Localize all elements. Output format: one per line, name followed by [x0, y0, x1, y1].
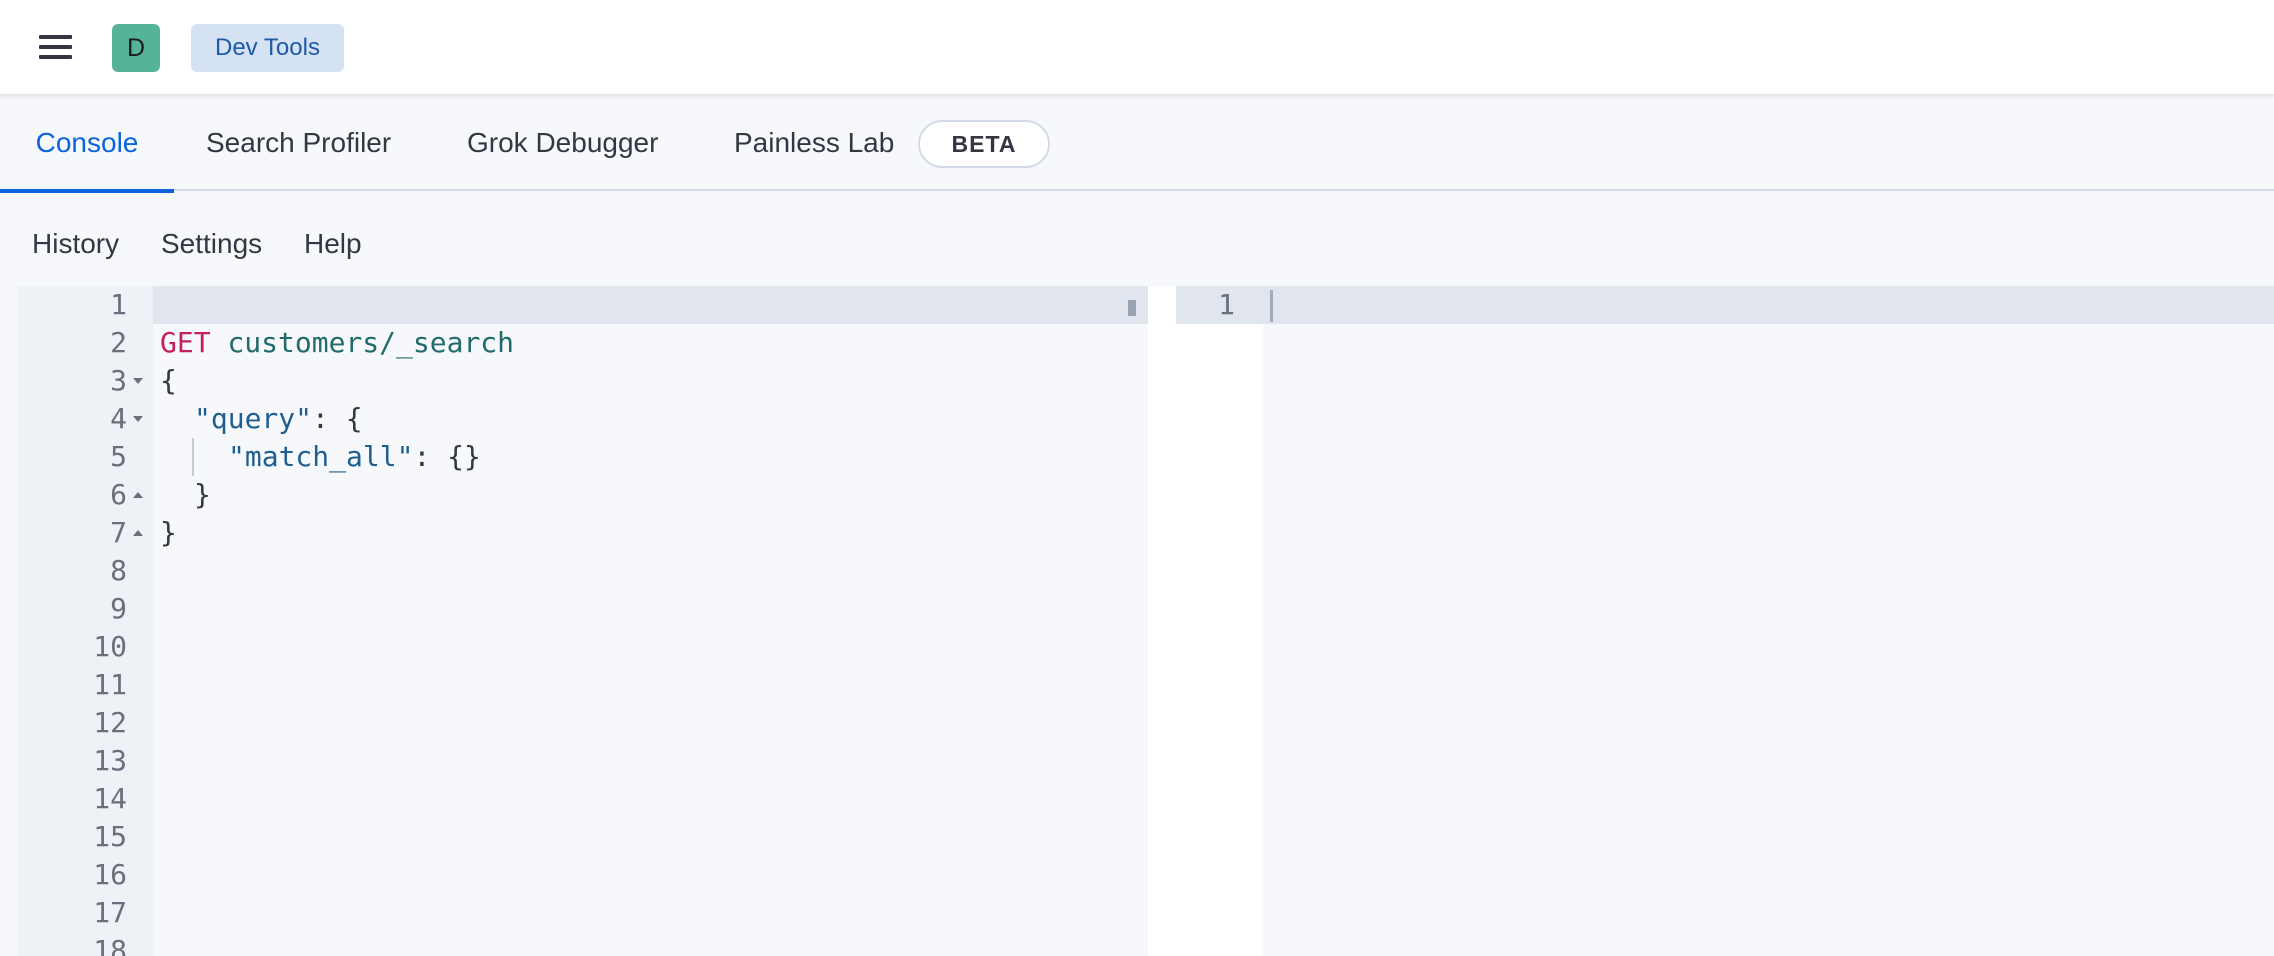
hamburger-menu-icon[interactable]: [34, 28, 78, 68]
request-editor[interactable]: 1 2 3 4 5 6 7 8 9 10 11 12 13 14 15 16 1…: [17, 286, 1148, 956]
indent-guide: [192, 438, 194, 476]
line-number: 10: [93, 630, 127, 663]
line-number: 1: [110, 288, 127, 321]
line-number: 16: [93, 858, 127, 891]
request-path: customers/_search: [227, 326, 515, 359]
breadcrumb-dev-tools[interactable]: Dev Tools: [191, 24, 344, 72]
line-number: 2: [110, 326, 127, 359]
line-number: 6: [110, 478, 127, 511]
http-method: GET: [160, 326, 211, 359]
tab-search-profiler[interactable]: Search Profiler: [206, 94, 391, 191]
line-number: 4: [110, 402, 127, 435]
response-gutter: [1176, 286, 1263, 956]
help-link[interactable]: Help: [304, 228, 362, 260]
active-line-highlight: [17, 286, 1148, 324]
line-number: 12: [93, 706, 127, 739]
response-editor[interactable]: 1: [1176, 286, 2274, 956]
fold-toggle-icon[interactable]: [133, 530, 143, 536]
line-number: 8: [110, 554, 127, 587]
line-number: 13: [93, 744, 127, 777]
line-number: 15: [93, 820, 127, 853]
line-number: 3: [110, 364, 127, 397]
line-number: 9: [110, 592, 127, 625]
text-cursor: [1270, 290, 1273, 322]
code-line: }: [194, 478, 211, 511]
fold-toggle-icon[interactable]: [133, 416, 143, 422]
code-line: "match_all": {}: [228, 438, 481, 476]
code-line-request: GET customers/_search: [160, 324, 514, 362]
tab-grok-debugger[interactable]: Grok Debugger: [467, 94, 658, 191]
fold-toggle-icon[interactable]: [133, 378, 143, 384]
json-punctuation: : {: [312, 402, 363, 435]
history-link[interactable]: History: [32, 228, 119, 260]
beta-badge: BETA: [918, 120, 1050, 168]
line-number: 14: [93, 782, 127, 815]
line-number: 1: [1218, 288, 1235, 321]
line-number: 5: [110, 440, 127, 473]
fold-toggle-icon[interactable]: [133, 492, 143, 498]
json-key: "query": [194, 402, 313, 435]
code-line: {: [160, 364, 177, 397]
breadcrumb-label: Dev Tools: [215, 34, 320, 61]
settings-link[interactable]: Settings: [161, 228, 262, 260]
space-avatar[interactable]: D: [112, 24, 160, 72]
tab-console[interactable]: Console: [0, 94, 174, 193]
top-header: D Dev Tools: [0, 0, 2274, 94]
json-punctuation: : {}: [413, 440, 481, 473]
line-number: 18: [93, 934, 127, 956]
active-line-highlight: [1176, 286, 2274, 324]
code-line: "query": {: [194, 400, 363, 438]
request-actions-icon[interactable]: [1128, 300, 1136, 316]
tab-painless-lab[interactable]: Painless Lab: [734, 94, 894, 191]
line-number: 7: [110, 516, 127, 549]
json-key: "match_all": [228, 440, 414, 473]
code-line: }: [160, 516, 177, 549]
line-number: 11: [93, 668, 127, 701]
dev-tools-tabs: Console Search Profiler Grok Debugger Pa…: [0, 94, 2274, 193]
line-number: 17: [93, 896, 127, 929]
editor-resizer[interactable]: [1148, 286, 1176, 956]
